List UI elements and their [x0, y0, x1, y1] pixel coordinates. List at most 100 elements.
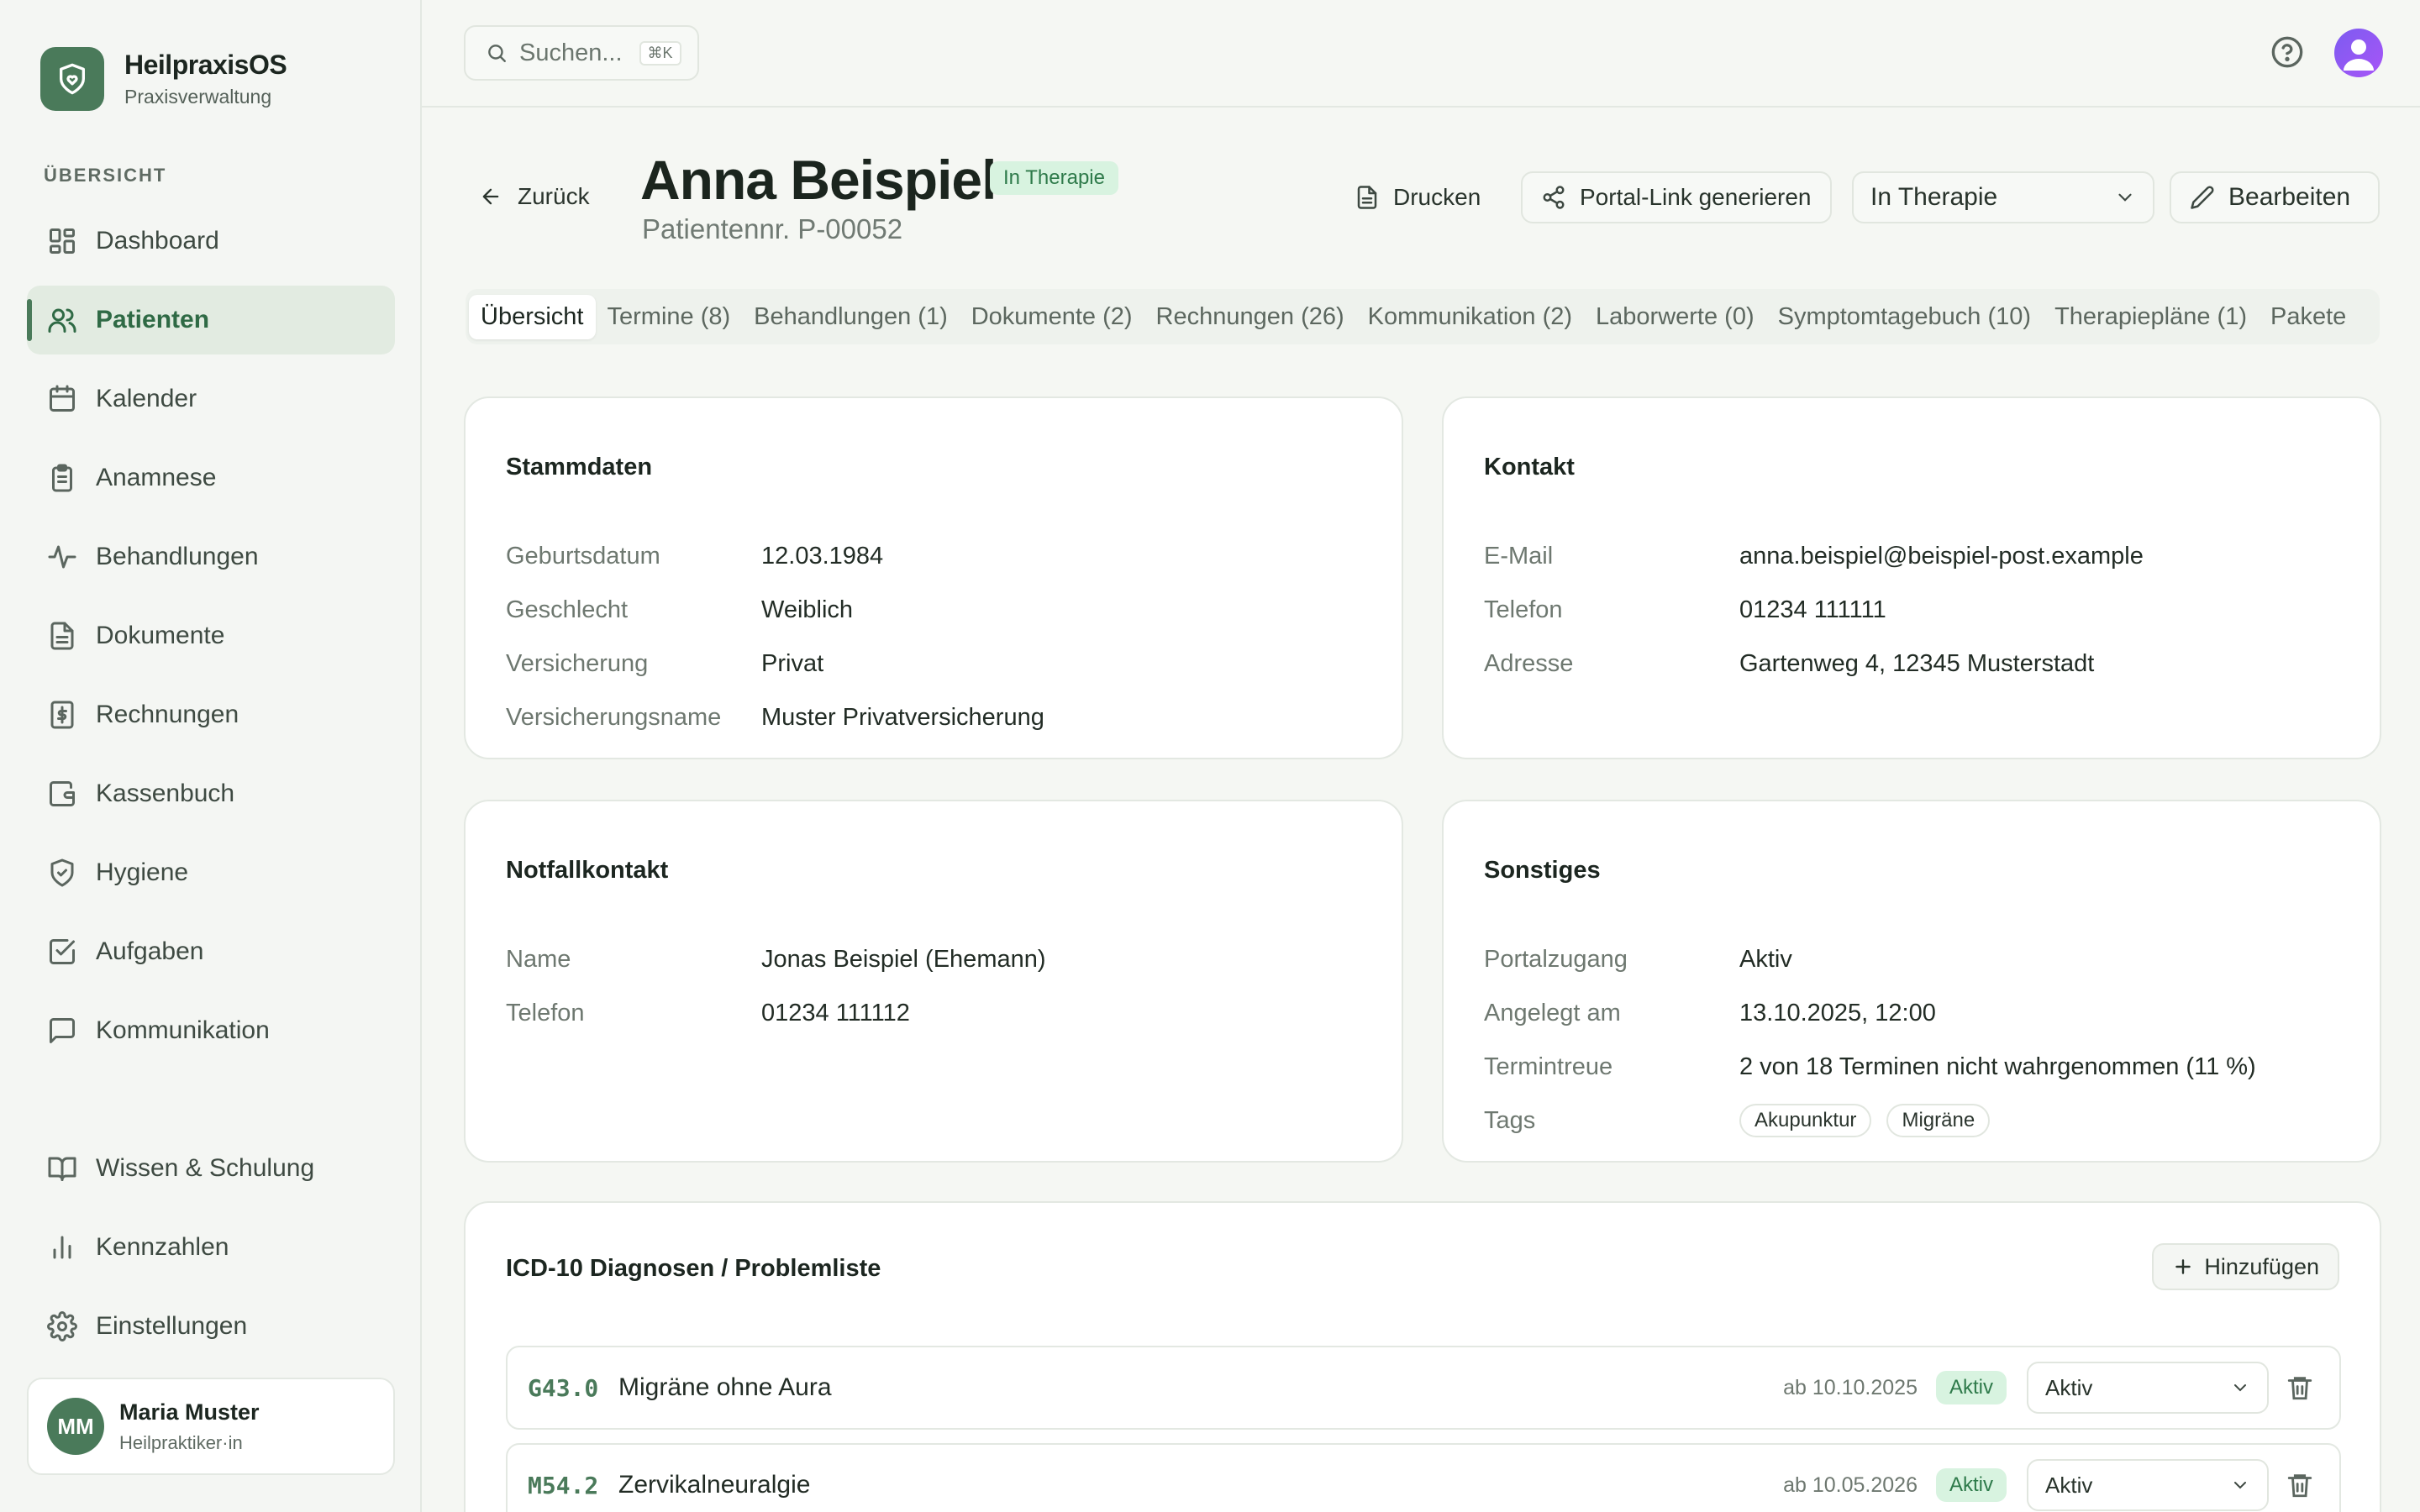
arrow-left-icon: [482, 188, 499, 205]
tag[interactable]: Akupunktur: [1739, 1104, 1872, 1137]
kv-key: Portalzugang: [1484, 945, 1628, 973]
diagnosis-label: Migräne ohne Aura: [618, 1373, 832, 1401]
secondary-nav: Wissen & Schulung Kennzahlen Einstellung…: [27, 1134, 395, 1371]
brand-name: HeilpraxisOS: [124, 50, 287, 80]
notfall-list: Name Jonas Beispiel (Ehemann) Telefon 0123…: [506, 932, 1046, 1040]
sonstiges-list: Portalzugang Aktiv Angelegt am 13.10.2025,…: [1484, 932, 2256, 1147]
sidebar-item-label: Hygiene: [96, 858, 189, 886]
sidebar-item-label: Einstellungen: [96, 1312, 248, 1340]
kv-row: Geschlecht Weiblich: [506, 583, 1044, 637]
phone-value[interactable]: 01234 111112: [761, 1000, 910, 1027]
kv-key: Angelegt am: [1484, 999, 1621, 1026]
kv-value: 2 von 18 Terminen nicht wahrgenommen (11…: [1739, 1053, 2256, 1080]
print-button[interactable]: Drucken: [1336, 171, 1499, 223]
checkbox-icon: [50, 939, 75, 964]
search-input[interactable]: Suchen... ⌘K: [464, 25, 699, 81]
sidebar-item-kennzahlen[interactable]: Kennzahlen: [27, 1213, 395, 1282]
kv-row: Versicherungsname Muster Privatversicheru…: [506, 690, 1044, 744]
activity-icon: [48, 545, 76, 569]
add-label: Hinzufügen: [2204, 1253, 2319, 1279]
print-label: Drucken: [1393, 184, 1481, 210]
kv-key: Telefon: [506, 999, 585, 1026]
tag[interactable]: Migräne: [1886, 1104, 1991, 1137]
trash-icon[interactable]: [2286, 1373, 2314, 1402]
stammdaten-list: Geburtsdatum 12.03.1984 Geschlecht Weiblic…: [506, 529, 1044, 744]
sidebar-item-hygiene[interactable]: Hygiene: [27, 838, 395, 907]
sidebar-item-kassenbuch[interactable]: Kassenbuch: [27, 759, 395, 828]
sidebar-item-rechnungen[interactable]: Rechnungen: [27, 680, 395, 749]
tab-therapieplaene[interactable]: Therapiepläne (1): [2043, 295, 2259, 339]
tab-pakete[interactable]: Pakete: [2259, 295, 2358, 339]
portal-label: Portal-Link generieren: [1580, 184, 1812, 210]
users-icon: [48, 308, 76, 333]
edit-button[interactable]: Bearbeiten: [2170, 171, 2380, 223]
tab-uebersicht[interactable]: Übersicht: [469, 294, 596, 339]
user-name: Maria Muster: [119, 1399, 260, 1425]
sidebar-item-label: Rechnungen: [96, 701, 239, 728]
avatar: MM: [47, 1398, 104, 1455]
diagnosis-status-select[interactable]: Aktiv: [2027, 1459, 2269, 1511]
plus-icon: [2175, 1259, 2191, 1274]
invoice-icon: [50, 701, 74, 729]
status-select[interactable]: In Therapie: [1852, 171, 2154, 223]
topbar: Suchen... ⌘K: [422, 0, 2420, 108]
kontakt-list: E-Mail anna.beispiel@beispiel-post.exampl…: [1484, 529, 2144, 690]
add-diagnosis-button[interactable]: Hinzufügen: [2152, 1243, 2339, 1290]
tab-bar: Übersicht Termine (8) Behandlungen (1) D…: [466, 289, 2380, 344]
heart-shield-logo-icon: [40, 47, 104, 111]
email-value[interactable]: anna.beispiel@beispiel-post.example: [1739, 543, 2144, 570]
diagnosis-status-select[interactable]: Aktiv: [2027, 1362, 2269, 1414]
sidebar-item-aufgaben[interactable]: Aufgaben: [27, 917, 395, 986]
sidebar-item-behandlungen[interactable]: Behandlungen: [27, 522, 395, 591]
card-title: ICD-10 Diagnosen / Problemliste: [506, 1255, 881, 1282]
message-icon: [50, 1018, 75, 1043]
stammdaten-card: Stammdaten Geburtsdatum 12.03.1984 Geschl…: [464, 396, 1403, 759]
tab-symptomtagebuch[interactable]: Symptomtagebuch (10): [1766, 295, 2043, 339]
tab-kommunikation[interactable]: Kommunikation (2): [1356, 295, 1584, 339]
gear-icon: [47, 1311, 77, 1341]
kv-key: Termintreue: [1484, 1053, 1613, 1080]
sidebar-item-label: Kommunikation: [96, 1016, 270, 1044]
sidebar-item-einstellungen[interactable]: Einstellungen: [27, 1292, 395, 1361]
phone-value[interactable]: 01234 111111: [1739, 596, 1886, 624]
notfallkontakt-card: Notfallkontakt Name Jonas Beispiel (Ehema…: [464, 800, 1403, 1163]
back-button[interactable]: Zurück: [479, 183, 590, 210]
select-value: Aktiv: [2045, 1472, 2093, 1498]
sidebar-item-dashboard[interactable]: Dashboard: [27, 207, 395, 276]
tab-termine[interactable]: Termine (8): [596, 295, 743, 339]
sidebar-item-label: Aufgaben: [96, 937, 204, 965]
brand[interactable]: HeilpraxisOS Praxisverwaltung: [40, 47, 287, 111]
profile-avatar-icon[interactable]: [2334, 29, 2383, 77]
kv-key: Name: [506, 945, 571, 973]
kv-row: Geburtsdatum 12.03.1984: [506, 529, 1044, 583]
sidebar-item-dokumente[interactable]: Dokumente: [27, 601, 395, 670]
kv-key: Versicherung: [506, 649, 649, 677]
tab-dokumente[interactable]: Dokumente (2): [960, 295, 1144, 339]
sidebar-item-wissen[interactable]: Wissen & Schulung: [27, 1134, 395, 1203]
tab-rechnungen[interactable]: Rechnungen (26): [1144, 295, 1356, 339]
user-card[interactable]: MM Maria Muster Heilpraktiker·in: [27, 1378, 395, 1475]
kv-row: Tags Akupunktur Migräne: [1484, 1094, 2256, 1147]
sidebar-item-patienten[interactable]: Patienten: [27, 286, 395, 354]
portal-link-button[interactable]: Portal-Link generieren: [1521, 171, 1832, 223]
sidebar-item-label: Kalender: [96, 385, 197, 412]
sidebar-item-kommunikation[interactable]: Kommunikation: [27, 996, 395, 1065]
kontakt-card: Kontakt E-Mail anna.beispiel@beispiel-pos…: [1442, 396, 2381, 759]
tab-behandlungen[interactable]: Behandlungen (1): [742, 295, 960, 339]
search-icon: [488, 45, 506, 62]
sidebar-item-kalender[interactable]: Kalender: [27, 365, 395, 433]
status-badge: Aktiv: [1935, 1371, 2007, 1404]
kv-row: Portalzugang Aktiv: [1484, 932, 2256, 986]
trash-icon[interactable]: [2286, 1471, 2314, 1499]
shield-icon: [50, 858, 74, 887]
diagnosis-date: ab 10.10.2025: [1783, 1375, 1918, 1399]
kv-value: Jonas Beispiel (Ehemann): [761, 945, 1046, 973]
sidebar-item-anamnese[interactable]: Anamnese: [27, 444, 395, 512]
help-icon[interactable]: [2270, 35, 2304, 69]
diagnosis-code: G43.0: [528, 1373, 599, 1402]
kv-row: Angelegt am 13.10.2025, 12:00: [1484, 986, 2256, 1040]
dashboard-icon: [50, 228, 75, 254]
sidebar-item-label: Anamnese: [96, 464, 217, 491]
chevron-down-icon: [2234, 1384, 2246, 1392]
tab-laborwerte[interactable]: Laborwerte (0): [1584, 295, 1766, 339]
